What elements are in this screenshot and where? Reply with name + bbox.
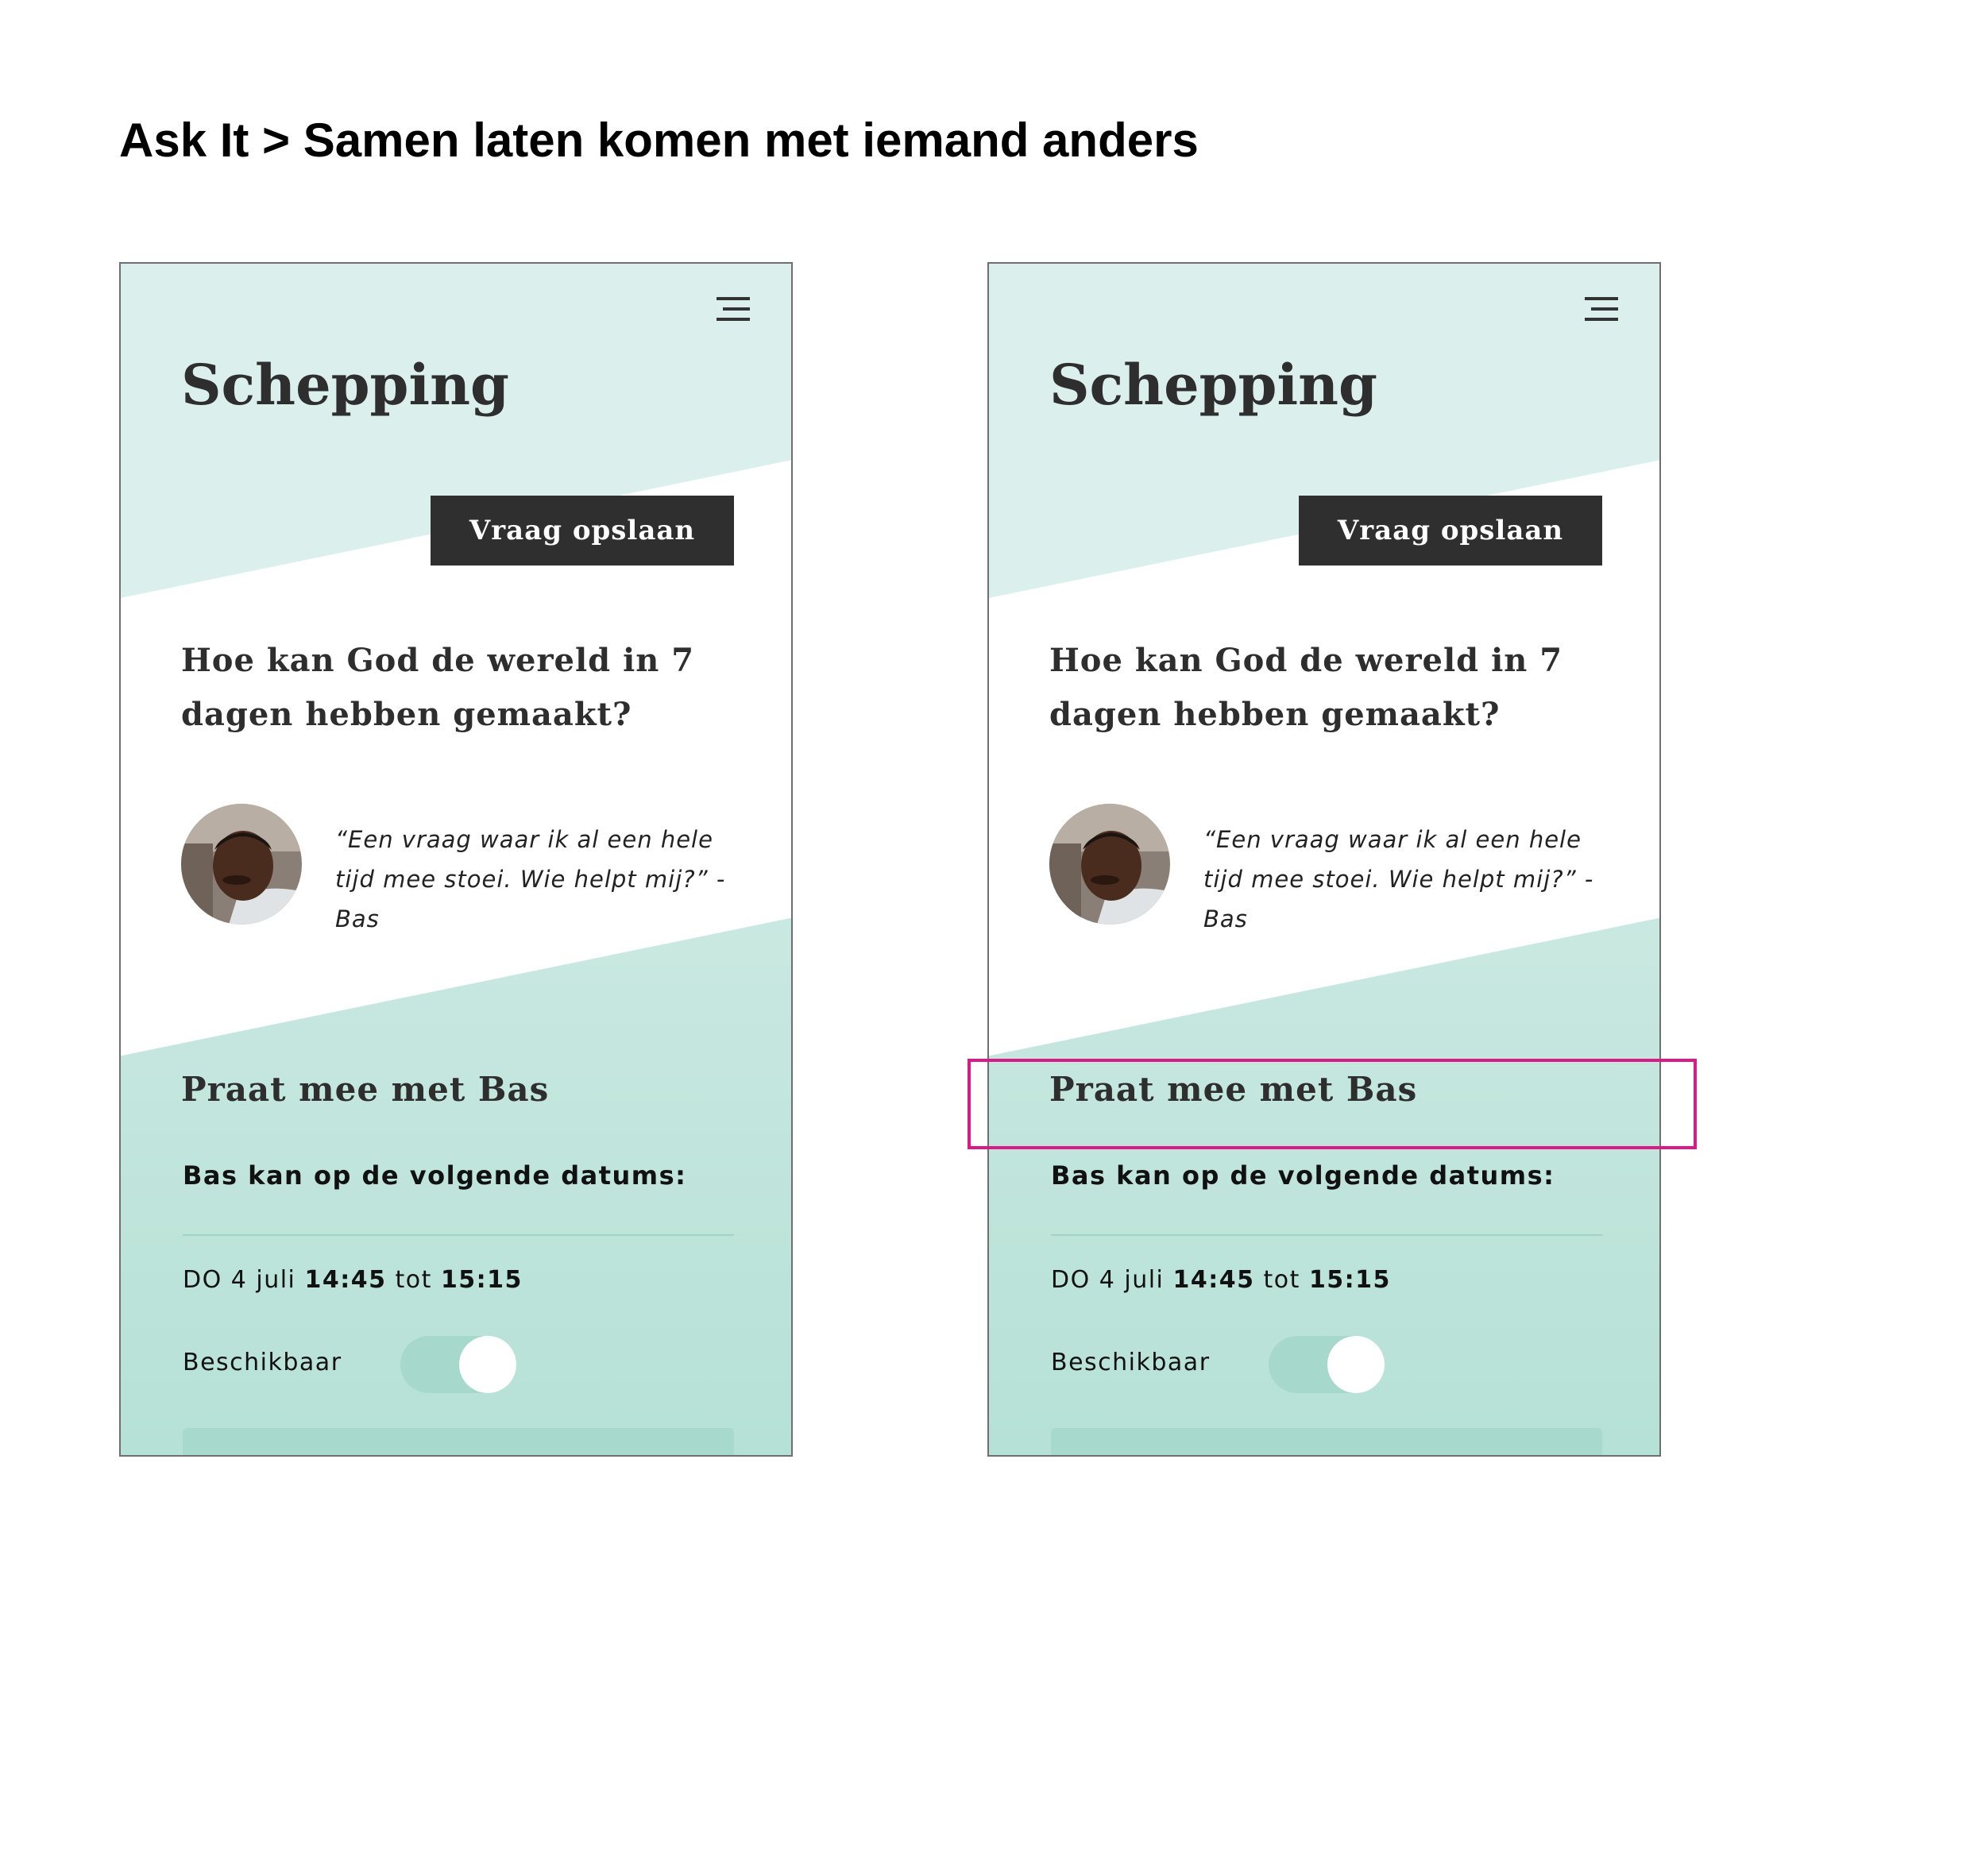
available-label: Beschikbaar [1051,1349,1211,1376]
date-day: DO 4 juli [183,1266,296,1294]
availability-toggle[interactable] [400,1336,516,1393]
divider [183,1234,734,1236]
avatar [1049,804,1170,924]
next-card [183,1428,734,1455]
available-label: Beschikbaar [183,1349,342,1376]
dates-label: Bas kan op de volgende datums: [183,1160,687,1191]
section-title: Praat mee met Bas [181,1070,550,1109]
dates-label: Bas kan op de volgende datums: [1051,1160,1555,1191]
date-separator: tot [395,1266,432,1294]
date-end-time: 15:15 [440,1266,523,1294]
save-question-button[interactable]: Vraag opslaan [431,496,734,566]
hamburger-menu-icon[interactable] [1585,295,1618,322]
hamburger-menu-icon[interactable] [717,295,750,322]
toggle-knob [459,1336,516,1393]
avatar [181,804,302,924]
date-start-time: 14:45 [1172,1266,1255,1294]
availability-toggle[interactable] [1269,1336,1385,1393]
app-title: Schepping [181,352,509,418]
question-text: Hoe kan God de wereld in 7 dagen hebben … [181,642,695,733]
phone-screen-1: Schepping Vraag opslaan Hoe kan God de w… [119,262,793,1457]
section-title: Praat mee met Bas [1049,1070,1418,1109]
toggle-knob [1327,1336,1385,1393]
next-card [1051,1428,1602,1455]
date-separator: tot [1263,1266,1300,1294]
date-start-time: 14:45 [304,1266,387,1294]
date-day: DO 4 juli [1051,1266,1165,1294]
date-end-time: 15:15 [1308,1266,1391,1294]
question-text: Hoe kan God de wereld in 7 dagen hebben … [1049,642,1563,733]
app-title: Schepping [1049,352,1377,418]
save-question-button[interactable]: Vraag opslaan [1299,496,1602,566]
phone-screen-2: Schepping Vraag opslaan Hoe kan God de w… [987,262,1661,1457]
date-slot: DO 4 juli 14:45 tot 15:15 [183,1263,523,1298]
date-slot: DO 4 juli 14:45 tot 15:15 [1051,1263,1391,1298]
page-title: Ask It > Samen laten komen met iemand an… [119,114,1199,167]
divider [1051,1234,1602,1236]
quote-text: “Een vraag waar ik al een hele tijd mee … [1203,826,1594,932]
quote-text: “Een vraag waar ik al een hele tijd mee … [335,826,726,932]
